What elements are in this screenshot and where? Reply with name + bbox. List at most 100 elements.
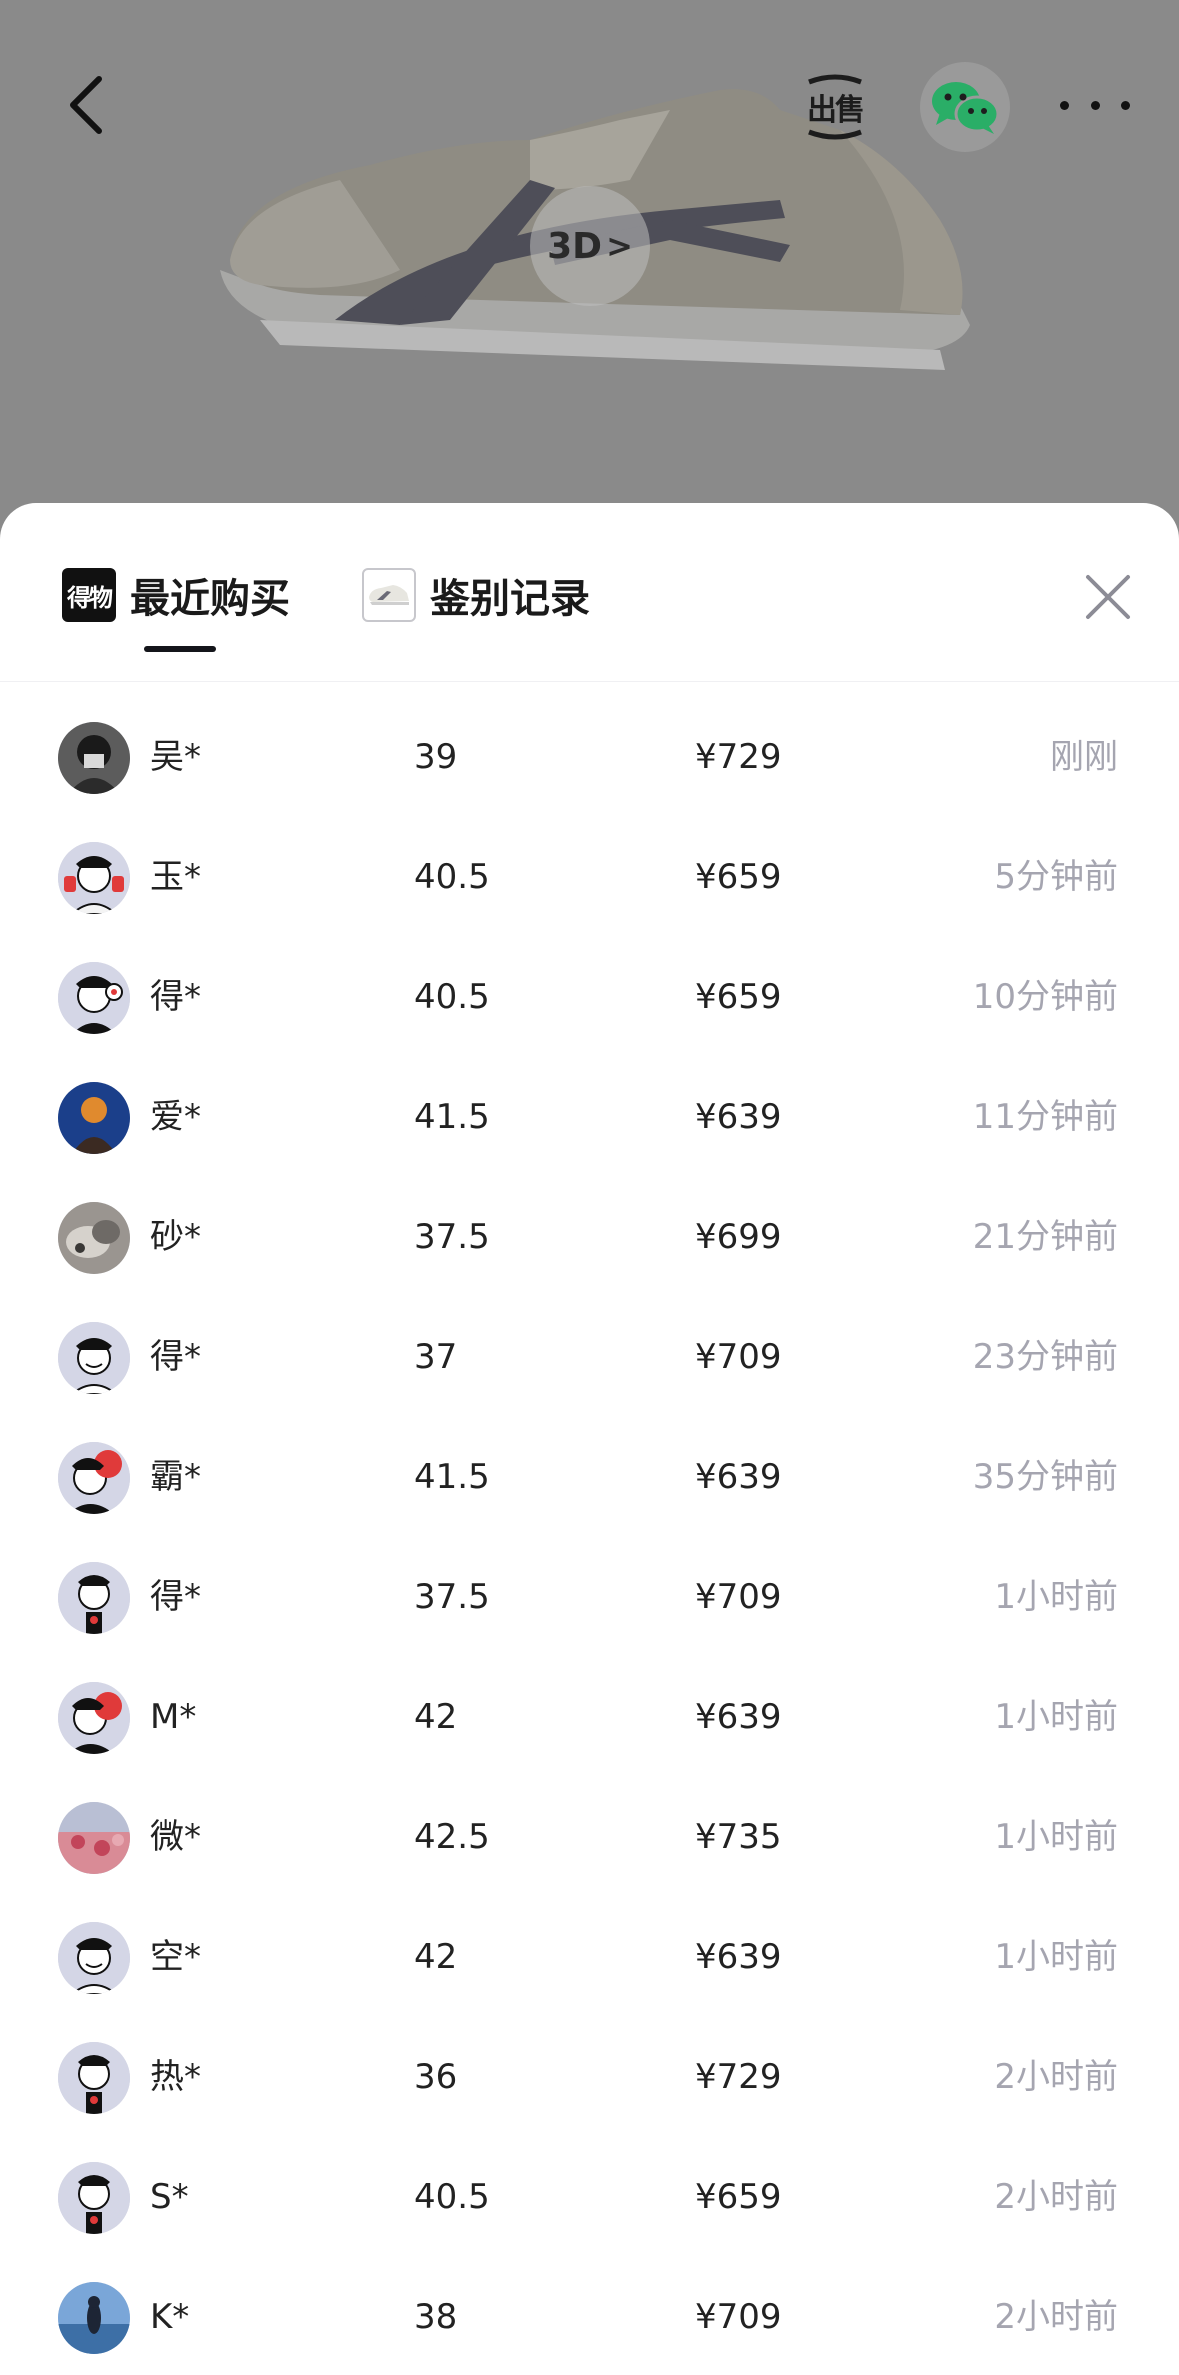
more-dot-icon [1121, 100, 1130, 110]
view-3d-button[interactable]: 3D > [530, 186, 650, 306]
buyer-name: 砂* [150, 1217, 201, 1257]
purchase-time: 2小时前 [994, 2297, 1118, 2337]
shoe-size: 40.5 [414, 977, 490, 1017]
back-chevron-icon [70, 76, 102, 134]
shoe-size: 37.5 [414, 1577, 490, 1617]
purchase-time: 21分钟前 [972, 1217, 1118, 1257]
view-3d-label: 3D [547, 225, 603, 267]
list-item: 霸* 41.5 ¥639 35分钟前 [0, 1416, 1179, 1536]
sell-button[interactable]: 出售 [795, 72, 875, 142]
tab-appraisal-records[interactable]: 鉴别记录 [362, 565, 590, 625]
buyer-name: 得* [150, 1577, 201, 1617]
purchase-time: 11分钟前 [972, 1097, 1118, 1137]
purchase-time: 1小时前 [994, 1817, 1118, 1857]
purchase-time: 10分钟前 [972, 977, 1118, 1017]
purchase-time: 1小时前 [994, 1697, 1118, 1737]
buyer-name: 热* [150, 2057, 201, 2097]
purchase-time: 23分钟前 [972, 1337, 1118, 1377]
buyer-name: M* [150, 1697, 197, 1737]
cartoon-red-avatar [58, 842, 130, 914]
purchase-price: ¥729 [695, 737, 782, 777]
list-item: 得* 40.5 ¥659 10分钟前 [0, 936, 1179, 1056]
more-dot-icon [1090, 100, 1100, 110]
list-item: 得* 37.5 ¥709 1小时前 [0, 1536, 1179, 1656]
purchase-time: 2小时前 [994, 2057, 1118, 2097]
shoe-size: 39 [414, 737, 458, 777]
purchase-time: 5分钟前 [994, 857, 1118, 897]
recent-purchases-sheet: 得物 最近购买 鉴别记录 吴* 39 ¥729 刚刚 玉* 40.5 ¥659 … [0, 503, 1179, 2375]
buyer-name: 空* [150, 1937, 201, 1977]
beach-photo-avatar [58, 2282, 130, 2354]
wechat-share-button[interactable] [920, 62, 1010, 152]
shoe-size: 42 [414, 1937, 458, 1977]
blue-photo-avatar [58, 1082, 130, 1154]
list-item: 得* 37 ¥709 23分钟前 [0, 1296, 1179, 1416]
list-item: 空* 42 ¥639 1小时前 [0, 1896, 1179, 2016]
buyer-name: 霸* [150, 1457, 201, 1497]
cartoon-red-avatar [58, 1442, 130, 1514]
purchase-price: ¥639 [695, 1937, 782, 1977]
sell-label: 出售 [807, 93, 865, 128]
tab-appraisal-records-label: 鉴别记录 [430, 576, 590, 622]
purchase-price: ¥639 [695, 1097, 782, 1137]
purchase-price: ¥699 [695, 1217, 782, 1257]
dewu-logo-icon: 得物 [62, 568, 116, 622]
tab-recent-purchases-label: 最近购买 [130, 576, 290, 622]
sneaker-thumb-icon [362, 568, 416, 622]
purchase-price: ¥639 [695, 1697, 782, 1737]
cartoon-default-avatar [58, 1922, 130, 1994]
buyer-name: 得* [150, 977, 201, 1017]
purchase-time: 1小时前 [994, 1577, 1118, 1617]
buyer-name: K* [150, 2297, 190, 2337]
cartoon-default-avatar [58, 1562, 130, 1634]
wechat-icon [932, 82, 1000, 134]
hooded-person-avatar [58, 722, 130, 794]
shoe-size: 42.5 [414, 1817, 490, 1857]
cartoon-default-avatar [58, 1322, 130, 1394]
purchase-price: ¥709 [695, 2297, 782, 2337]
list-item: 吴* 39 ¥729 刚刚 [0, 696, 1179, 816]
list-item: 热* 36 ¥729 2小时前 [0, 2016, 1179, 2136]
shoe-size: 40.5 [414, 2177, 490, 2217]
shoe-size: 41.5 [414, 1457, 490, 1497]
shoe-size: 42 [414, 1697, 458, 1737]
list-item: 微* 42.5 ¥735 1小时前 [0, 1776, 1179, 1896]
product-header: 出售 3D > [0, 0, 1179, 540]
purchase-price: ¥729 [695, 2057, 782, 2097]
list-item: 爱* 41.5 ¥639 11分钟前 [0, 1056, 1179, 1176]
buyer-name: S* [150, 2177, 189, 2217]
list-item: K* 38 ¥709 2小时前 [0, 2256, 1179, 2375]
shoe-size: 37 [414, 1337, 458, 1377]
cartoon-red-avatar [58, 1682, 130, 1754]
cat-photo-avatar [58, 1202, 130, 1274]
cartoon-default-avatar [58, 962, 130, 1034]
cartoon-default-avatar [58, 2042, 130, 2114]
purchase-price: ¥639 [695, 1457, 782, 1497]
purchase-price: ¥709 [695, 1337, 782, 1377]
buyer-name: 玉* [150, 857, 201, 897]
active-tab-indicator [144, 646, 216, 652]
purchase-price: ¥659 [695, 977, 782, 1017]
list-item: 砂* 37.5 ¥699 21分钟前 [0, 1176, 1179, 1296]
buyer-name: 爱* [150, 1097, 201, 1137]
list-item: M* 42 ¥639 1小时前 [0, 1656, 1179, 1776]
chevron-right-icon: > [606, 227, 633, 265]
pink-photo-avatar [58, 1802, 130, 1874]
back-button[interactable] [55, 70, 115, 140]
shoe-size: 40.5 [414, 857, 490, 897]
purchase-price: ¥735 [695, 1817, 782, 1857]
tab-recent-purchases[interactable]: 得物 最近购买 [62, 565, 290, 625]
more-options-button[interactable] [1060, 90, 1130, 120]
shoe-size: 36 [414, 2057, 458, 2097]
tab-bar: 得物 最近购买 鉴别记录 [0, 503, 1179, 682]
list-item: 玉* 40.5 ¥659 5分钟前 [0, 816, 1179, 936]
shoe-size: 41.5 [414, 1097, 490, 1137]
buyer-name: 得* [150, 1337, 201, 1377]
buyer-name: 吴* [150, 737, 201, 777]
more-dot-icon [1060, 100, 1069, 110]
list-item: S* 40.5 ¥659 2小时前 [0, 2136, 1179, 2256]
buyer-name: 微* [150, 1817, 201, 1857]
purchase-time: 刚刚 [1050, 737, 1118, 777]
close-button[interactable] [1080, 569, 1136, 625]
close-icon [1086, 575, 1130, 619]
